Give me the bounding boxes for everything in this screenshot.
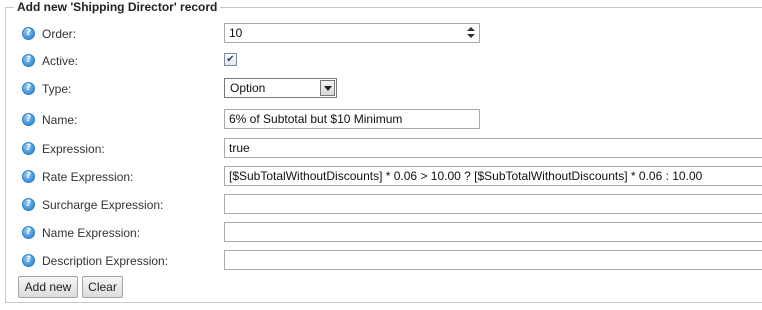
chevron-down-icon <box>324 86 332 91</box>
help-icon[interactable]: ? <box>22 54 35 67</box>
active-row: ? Active: ✔ <box>0 50 762 74</box>
help-icon[interactable]: ? <box>22 142 35 155</box>
order-input[interactable]: 10 <box>224 23 480 43</box>
help-icon[interactable]: ? <box>22 113 35 126</box>
active-label: Active: <box>42 54 79 68</box>
description-expression-label: Description Expression: <box>42 254 169 268</box>
add-new-button[interactable]: Add new <box>18 276 78 298</box>
help-icon[interactable]: ? <box>22 82 35 95</box>
description-expression-input[interactable] <box>224 250 762 270</box>
name-expression-input[interactable] <box>224 222 762 242</box>
help-icon[interactable]: ? <box>22 226 35 239</box>
form-legend: Add new 'Shipping Director' record <box>14 0 221 14</box>
order-value: 10 <box>229 26 243 40</box>
check-icon: ✔ <box>226 54 235 65</box>
order-row: ? Order: 10 <box>0 22 762 46</box>
spin-down-icon[interactable] <box>467 34 475 38</box>
active-checkbox[interactable]: ✔ <box>224 53 237 66</box>
expression-label: Expression: <box>42 142 105 156</box>
name-expression-row: ? Name Expression: <box>0 221 762 245</box>
expression-input[interactable]: true <box>224 138 762 158</box>
spinner-arrows-icon[interactable] <box>466 26 476 40</box>
help-icon[interactable]: ? <box>22 198 35 211</box>
surcharge-expression-input[interactable] <box>224 194 762 214</box>
type-row: ? Type: Option <box>0 77 762 101</box>
surcharge-expression-row: ? Surcharge Expression: <box>0 193 762 217</box>
type-label: Type: <box>42 82 72 96</box>
name-input[interactable]: 6% of Subtotal but $10 Minimum <box>224 109 480 129</box>
name-label: Name: <box>42 113 78 127</box>
help-icon[interactable]: ? <box>22 27 35 40</box>
name-row: ? Name: 6% of Subtotal but $10 Minimum <box>0 108 762 132</box>
expression-row: ? Expression: true <box>0 137 762 161</box>
order-label: Order: <box>42 27 77 41</box>
type-select[interactable]: Option <box>224 78 337 98</box>
rate-expression-input[interactable]: [$SubTotalWithoutDiscounts] * 0.06 > 10.… <box>224 166 762 186</box>
type-value: Option <box>230 81 266 95</box>
clear-button[interactable]: Clear <box>82 276 123 298</box>
rate-expression-row: ? Rate Expression: [$SubTotalWithoutDisc… <box>0 165 762 189</box>
description-expression-row: ? Description Expression: <box>0 249 762 273</box>
name-expression-label: Name Expression: <box>42 226 141 240</box>
rate-expression-label: Rate Expression: <box>42 170 134 184</box>
help-icon[interactable]: ? <box>22 254 35 267</box>
help-icon[interactable]: ? <box>22 170 35 183</box>
select-dropdown-button[interactable] <box>320 80 335 96</box>
spin-up-icon[interactable] <box>467 27 475 31</box>
surcharge-expression-label: Surcharge Expression: <box>42 198 164 212</box>
